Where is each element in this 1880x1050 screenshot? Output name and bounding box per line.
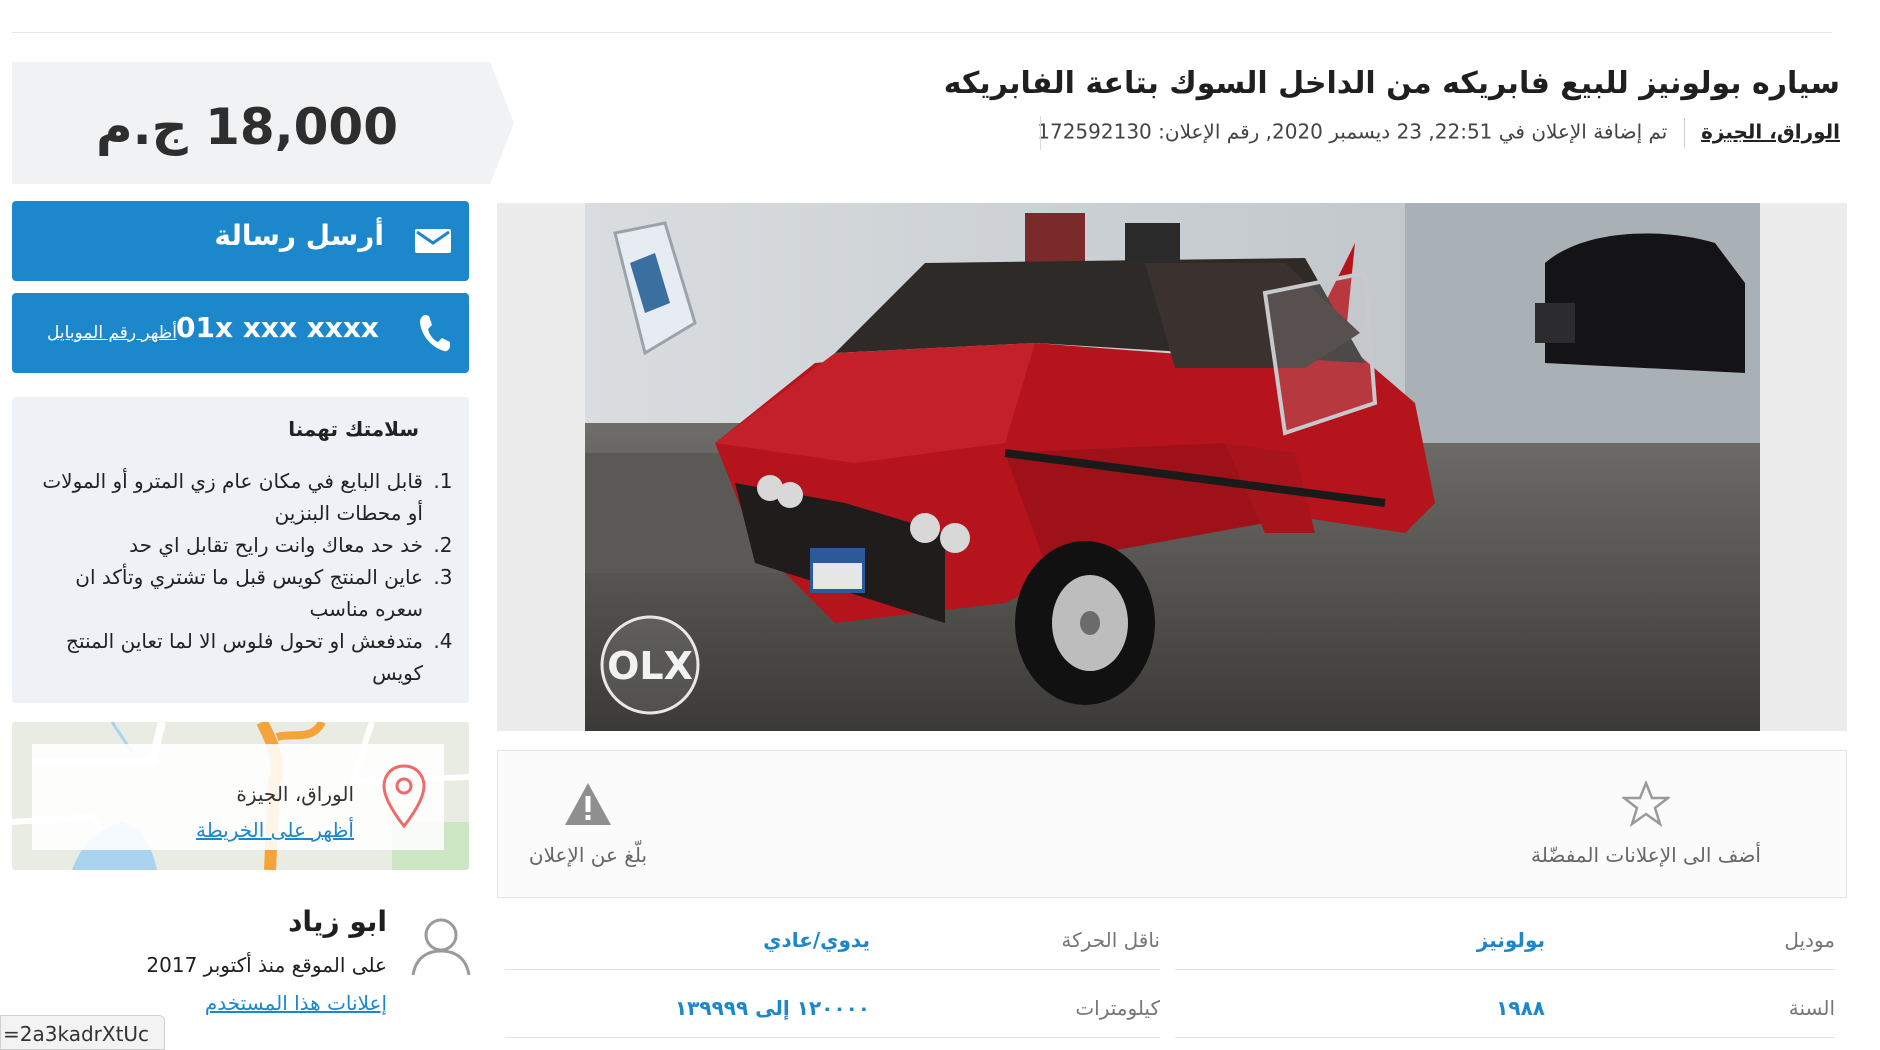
ad-meta: الوراق، الجيزة تم إضافة الإعلان في 22:51… (1037, 118, 1840, 148)
safety-tips-list: قابل البايع في مكان عام زي المترو أو الم… (37, 465, 449, 689)
detail-row-model: موديل بولونيز (1175, 910, 1835, 970)
map-location-text: الوراق، الجيزة (236, 782, 354, 806)
map-pin-icon (382, 764, 426, 828)
price-box: 18,000 ج.م (12, 62, 490, 184)
ad-title: سياره بولونيز للبيع فابريكه من الداخل ال… (943, 66, 1840, 101)
detail-divider (505, 969, 1160, 970)
car-photo-image: OLX (585, 203, 1760, 731)
seller-ads-link[interactable]: إعلانات هذا المستخدم (205, 991, 387, 1015)
send-message-button[interactable]: أرسل رسالة (12, 201, 469, 281)
detail-value-link[interactable]: يدوي/عادي (763, 928, 870, 952)
detail-value-link[interactable]: بولونيز (1477, 928, 1545, 952)
detail-key: السنة (1788, 996, 1835, 1020)
phone-button[interactable]: 01x xxx xxxx أظهر رقم الموبايل (12, 293, 469, 373)
car-photo[interactable]: OLX (585, 203, 1760, 731)
detail-divider (1175, 1037, 1835, 1038)
safety-tips-box: سلامتك تهمنا قابل البايع في مكان عام زي … (12, 397, 469, 703)
envelope-icon (415, 229, 451, 253)
map-location-card: الوراق، الجيزة أظهر على الخريطة (32, 744, 444, 850)
detail-value-link[interactable]: ١٢٠٠٠٠ إلى ١٣٩٩٩٩ (675, 996, 870, 1020)
detail-value-link[interactable]: ١٩٨٨ (1496, 996, 1545, 1020)
mini-map[interactable]: الوراق، الجيزة أظهر على الخريطة (12, 722, 469, 870)
warning-icon (565, 783, 611, 825)
price-box-arrow (490, 62, 514, 184)
seller-info: ابو زياد على الموقع منذ أكتوبر 2017 إعلا… (12, 895, 472, 1025)
seller-member-since: على الموقع منذ أكتوبر 2017 (146, 953, 387, 977)
safety-tip: عاين المنتج كويس قبل ما تشتري وتأكد ان س… (37, 561, 427, 625)
detail-key: موديل (1784, 928, 1835, 952)
detail-row-year: السنة ١٩٨٨ (1175, 978, 1835, 1038)
add-to-favorites-label: أضف الى الإعلانات المفضّلة (1531, 843, 1761, 867)
phone-icon (420, 315, 450, 352)
detail-divider (505, 1037, 1160, 1038)
detail-key: ناقل الحركة (1061, 928, 1160, 952)
safety-tip: خد حد معاك وانت رايح تقابل اي حد (37, 529, 427, 561)
price-value: 18,000 ج.م (95, 98, 399, 156)
add-to-favorites-button[interactable]: أضف الى الإعلانات المفضّلة (1516, 779, 1776, 867)
report-ad-label: بلّغ عن الإعلان (528, 843, 648, 867)
safety-title: سلامتك تهمنا (288, 417, 419, 441)
detail-row-kilometers: كيلومترات ١٢٠٠٠٠ إلى ١٣٩٩٩٩ (505, 978, 1160, 1038)
ad-added-info: تم إضافة الإعلان في 22:51, 23 ديسمبر 202… (1037, 119, 1668, 144)
detail-row-transmission: ناقل الحركة يدوي/عادي (505, 910, 1160, 970)
phone-number: 01x xxx xxxx (176, 311, 379, 344)
ad-details: موديل بولونيز ناقل الحركة يدوي/عادي السن… (497, 910, 1847, 1050)
safety-tip: متدفعش او تحول فلوس الا لما تعاين المنتج… (37, 625, 427, 689)
detail-key: كيلومترات (1075, 996, 1160, 1020)
star-icon (1620, 779, 1672, 828)
safety-tip: قابل البايع في مكان عام زي المترو أو الم… (37, 465, 427, 529)
show-number-link[interactable]: أظهر رقم الموبايل (47, 323, 177, 343)
top-divider (12, 32, 1832, 33)
show-on-map-link[interactable]: أظهر على الخريطة (196, 818, 354, 842)
report-ad-button[interactable]: بلّغ عن الإعلان (518, 781, 658, 867)
detail-divider (1175, 969, 1835, 970)
ad-actions-bar: أضف الى الإعلانات المفضّلة بلّغ عن الإعل… (497, 750, 1847, 898)
meta-divider (1683, 118, 1685, 148)
ad-location-link[interactable]: الوراق، الجيزة (1701, 120, 1840, 144)
send-message-label: أرسل رسالة (214, 219, 384, 252)
user-avatar-icon (411, 918, 471, 976)
status-url-chip: =2a3kadrXtUc (0, 1015, 165, 1050)
olx-watermark: OLX (607, 644, 693, 688)
meta-end-divider (1040, 116, 1041, 150)
seller-name: ابو زياد (288, 905, 387, 938)
